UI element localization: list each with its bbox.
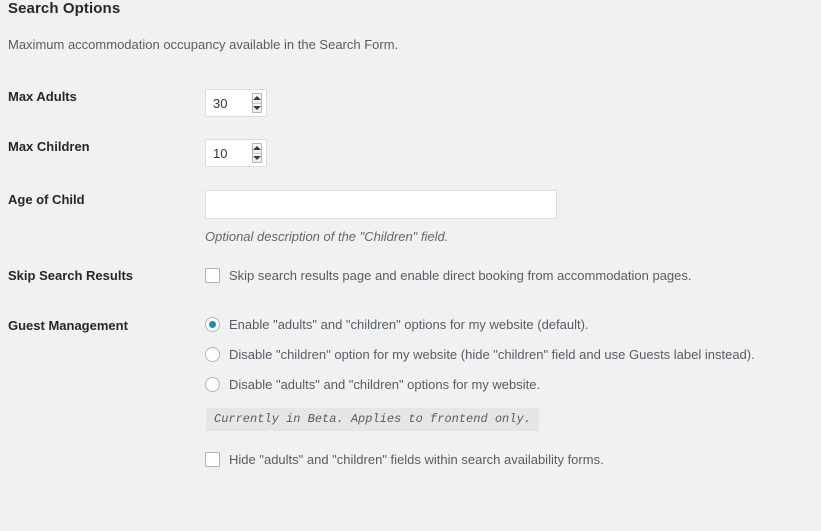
triangle-down-icon[interactable] [252,153,261,162]
guest-management-radio-group: Enable "adults" and "children" options f… [205,316,811,394]
max-children-stepper[interactable]: 10 [205,139,267,167]
skip-search-results-checkbox[interactable] [205,268,220,283]
cell-age-of-child: Optional description of the "Children" f… [205,178,821,248]
triangle-up-icon[interactable] [252,144,261,154]
max-adults-input[interactable]: 30 [206,90,252,116]
radio-label-enable-adults-children[interactable]: Enable "adults" and "children" options f… [229,316,589,334]
guest-management-option-disable-children[interactable]: Disable "children" option for my website… [205,346,811,364]
row-max-adults: Max Adults 30 [0,78,821,128]
label-age-of-child: Age of Child [8,192,85,207]
row-guest-management: Guest Management Enable "adults" and "ch… [0,300,821,482]
row-max-children: Max Children 10 [0,128,821,178]
cell-max-adults: 30 [205,78,821,128]
triangle-down-icon[interactable] [252,103,261,112]
label-skip-search-results: Skip Search Results [8,268,133,283]
row-age-of-child: Age of Child Optional description of the… [0,178,821,248]
beta-note: Currently in Beta. Applies to frontend o… [206,407,539,431]
radio-disable-children[interactable] [205,346,220,362]
cell-guest-management: Enable "adults" and "children" options f… [205,300,821,482]
section-description: Maximum accommodation occupancy availabl… [8,37,399,52]
radio-disable-adults-children[interactable] [205,376,220,392]
skip-search-results-checkbox-label[interactable]: Skip search results page and enable dire… [229,267,692,285]
label-guest-management: Guest Management [8,317,128,333]
age-of-child-input[interactable] [205,190,557,219]
max-adults-spinner[interactable] [251,93,262,113]
guest-management-option-enable[interactable]: Enable "adults" and "children" options f… [205,316,811,334]
label-max-adults: Max Adults [8,89,77,104]
guest-management-option-disable-both[interactable]: Disable "adults" and "children" options … [205,376,811,394]
max-children-spinner[interactable] [251,143,262,163]
max-adults-stepper[interactable]: 30 [205,89,267,117]
radio-label-disable-adults-children[interactable]: Disable "adults" and "children" options … [229,376,540,394]
search-options-panel: Search Options Maximum accommodation occ… [0,0,821,531]
radio-enable-adults-children[interactable] [205,316,220,332]
label-max-children: Max Children [8,139,90,154]
hide-adults-children-checkbox[interactable] [205,451,220,467]
skip-search-results-checkbox-row[interactable]: Skip search results page and enable dire… [205,267,811,285]
hide-adults-children-checkbox-label[interactable]: Hide "adults" and "children" fields with… [229,451,604,469]
age-of-child-description: Optional description of the "Children" f… [205,229,449,244]
hide-fields-checkbox-row[interactable]: Hide "adults" and "children" fields with… [205,451,811,469]
cell-skip-search-results: Skip search results page and enable dire… [205,248,821,300]
max-children-input[interactable]: 10 [206,140,252,166]
row-skip-search-results: Skip Search Results Skip search results … [0,248,821,300]
page-title: Search Options [8,0,121,17]
radio-label-disable-children[interactable]: Disable "children" option for my website… [229,346,755,364]
settings-form-table: Max Adults 30 Max Children 10 Age of Chi… [0,78,821,482]
triangle-up-icon[interactable] [252,94,261,104]
cell-max-children: 10 [205,128,821,178]
